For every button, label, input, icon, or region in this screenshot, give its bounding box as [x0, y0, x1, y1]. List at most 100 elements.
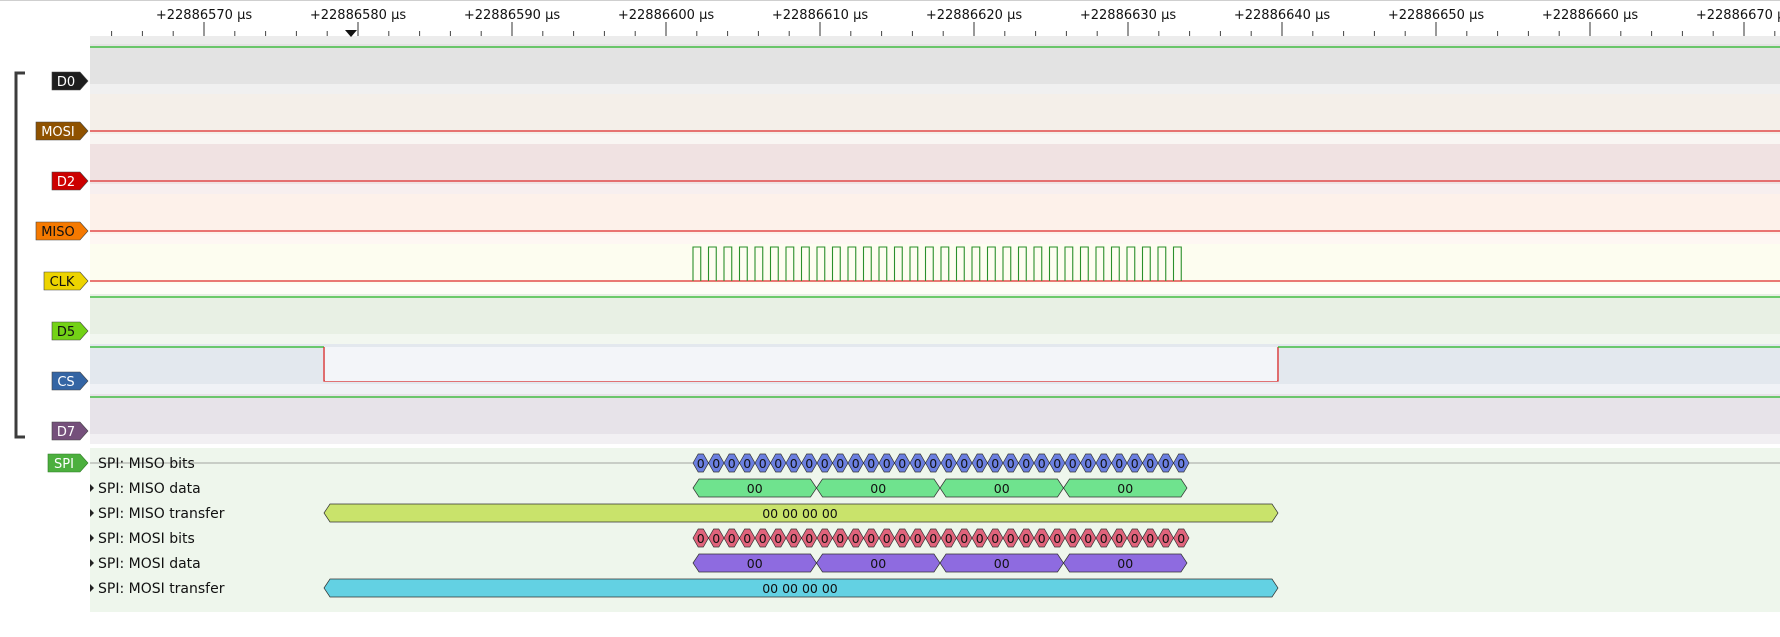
- decoder-row[interactable]: SPI: MISO transfer: [90, 506, 225, 522]
- bit-value: 0: [1177, 531, 1185, 546]
- bit-value: 0: [1131, 531, 1139, 546]
- decoder-row[interactable]: SPI: MOSI data: [90, 556, 201, 572]
- mosi-transfer-annotation[interactable]: 00 00 00 00: [323, 578, 1279, 598]
- channel-name: MOSI: [41, 125, 75, 140]
- ruler-tick-label: +22886570 µs: [156, 8, 252, 23]
- trace-row-miso[interactable]: [90, 194, 1780, 244]
- bit-value: 0: [867, 531, 875, 546]
- bit-value: 0: [1022, 456, 1030, 471]
- transfer-value: 00 00 00 00: [762, 581, 838, 596]
- trace-row-cs[interactable]: [90, 344, 1780, 394]
- ruler-tick-label: +22886670 µs: [1696, 8, 1780, 23]
- byte-value: 00: [870, 556, 886, 571]
- ruler-tick-label: +22886610 µs: [772, 8, 868, 23]
- channel-label-d0[interactable]: D0: [51, 71, 89, 91]
- bit-value: 0: [1007, 456, 1015, 471]
- trace-row-d2[interactable]: [90, 144, 1780, 194]
- decoder-row[interactable]: SPI: MOSI transfer: [90, 581, 225, 597]
- channel-group-bracket: [14, 71, 25, 439]
- time-ruler[interactable]: +22886570 µs +22886580 µs +22886590 µs +228…: [0, 0, 1780, 44]
- bit-value: 0: [697, 456, 705, 471]
- channel-name: D5: [57, 325, 75, 340]
- bit-value: 0: [836, 456, 844, 471]
- bit-value: 0: [728, 531, 736, 546]
- bit-value: 0: [1022, 531, 1030, 546]
- bit-value: 0: [790, 531, 798, 546]
- byte-value: 00: [994, 481, 1010, 496]
- bit-value: 0: [1115, 531, 1123, 546]
- trace-row-clk[interactable]: [90, 244, 1780, 294]
- bit-value: 0: [759, 456, 767, 471]
- bit-value: 0: [991, 531, 999, 546]
- trace-row-mosi[interactable]: [90, 94, 1780, 144]
- byte-annotation[interactable]: 00: [1063, 478, 1188, 498]
- bit-value: 0: [960, 531, 968, 546]
- channel-label-d7[interactable]: D7: [51, 421, 89, 441]
- bit-value: 0: [728, 456, 736, 471]
- channel-name: D0: [57, 75, 75, 90]
- trace-row-gap: [90, 434, 1780, 444]
- trace-row-gap: [90, 134, 1780, 144]
- byte-annotation[interactable]: 00: [816, 478, 941, 498]
- byte-annotation[interactable]: 00: [692, 553, 817, 573]
- bit-value: 0: [836, 531, 844, 546]
- byte-value: 00: [870, 481, 886, 496]
- decoder-row[interactable]: SPI: MOSI bits: [90, 531, 195, 547]
- bit-value: 0: [976, 531, 984, 546]
- channel-label-d5[interactable]: D5: [51, 321, 89, 341]
- bit-value: 0: [1069, 456, 1077, 471]
- bit-value: 0: [991, 456, 999, 471]
- trace-row-gap: [90, 284, 1780, 294]
- ruler-tick-label: +22886650 µs: [1388, 8, 1484, 23]
- bit-value: 0: [914, 531, 922, 546]
- trace-area[interactable]: +22886570 µs +22886580 µs +22886590 µs +228…: [0, 0, 1780, 637]
- transfer-value: 00 00 00 00: [762, 506, 838, 521]
- channel-label-d2[interactable]: D2: [51, 171, 89, 191]
- bit-value: 0: [712, 531, 720, 546]
- bit-value: 0: [1162, 456, 1170, 471]
- channel-name: D7: [57, 425, 75, 440]
- miso-transfer-annotation[interactable]: 00 00 00 00: [323, 503, 1279, 523]
- channel-label-miso[interactable]: MISO: [35, 221, 89, 241]
- ruler-tick-label: +22886600 µs: [618, 8, 714, 23]
- bit-value: 0: [821, 456, 829, 471]
- bit-value: 0: [1100, 531, 1108, 546]
- bit-value: 0: [743, 531, 751, 546]
- byte-value: 00: [1117, 481, 1133, 496]
- bit-value: 0: [1053, 456, 1061, 471]
- bit-value: 0: [976, 456, 984, 471]
- decoder-row[interactable]: SPI: MISO bits: [98, 456, 195, 472]
- channel-label-mosi[interactable]: MOSI: [35, 121, 89, 141]
- decoder-row[interactable]: SPI: MISO data: [90, 481, 201, 497]
- trace-row-gap: [90, 334, 1780, 344]
- channel-label-clk[interactable]: CLK: [43, 271, 89, 291]
- trace-row-gap: [90, 84, 1780, 94]
- bit-value: 0: [1146, 531, 1154, 546]
- byte-annotation[interactable]: 00: [816, 553, 941, 573]
- bit-value: 0: [774, 456, 782, 471]
- active-region: [325, 347, 1277, 381]
- byte-annotation[interactable]: 00: [1063, 553, 1188, 573]
- bit-value: 0: [852, 456, 860, 471]
- ruler-tick-label: +22886630 µs: [1080, 8, 1176, 23]
- byte-annotation[interactable]: 00: [939, 478, 1064, 498]
- bit-value: 0: [805, 531, 813, 546]
- bit-value: 0: [914, 456, 922, 471]
- bit-value: 0: [898, 456, 906, 471]
- trace-row-d7[interactable]: [90, 394, 1780, 444]
- bit-value: 0: [743, 456, 751, 471]
- decoder-label-spi[interactable]: SPI: [47, 453, 89, 473]
- trace-row-d5[interactable]: [90, 294, 1780, 344]
- bit-value: 0: [1146, 456, 1154, 471]
- byte-annotation[interactable]: 00: [939, 553, 1064, 573]
- channel-name: D2: [57, 175, 75, 190]
- trace-row-d0[interactable]: [90, 44, 1780, 94]
- bit-value: 0: [883, 456, 891, 471]
- byte-annotation[interactable]: 00: [692, 478, 817, 498]
- channel-name: MISO: [41, 225, 75, 240]
- byte-value: 00: [747, 481, 763, 496]
- bit-value: 0: [790, 456, 798, 471]
- bit-value: 0: [945, 531, 953, 546]
- channel-label-cs[interactable]: CS: [51, 371, 89, 391]
- ruler-tick-label: +22886640 µs: [1234, 8, 1330, 23]
